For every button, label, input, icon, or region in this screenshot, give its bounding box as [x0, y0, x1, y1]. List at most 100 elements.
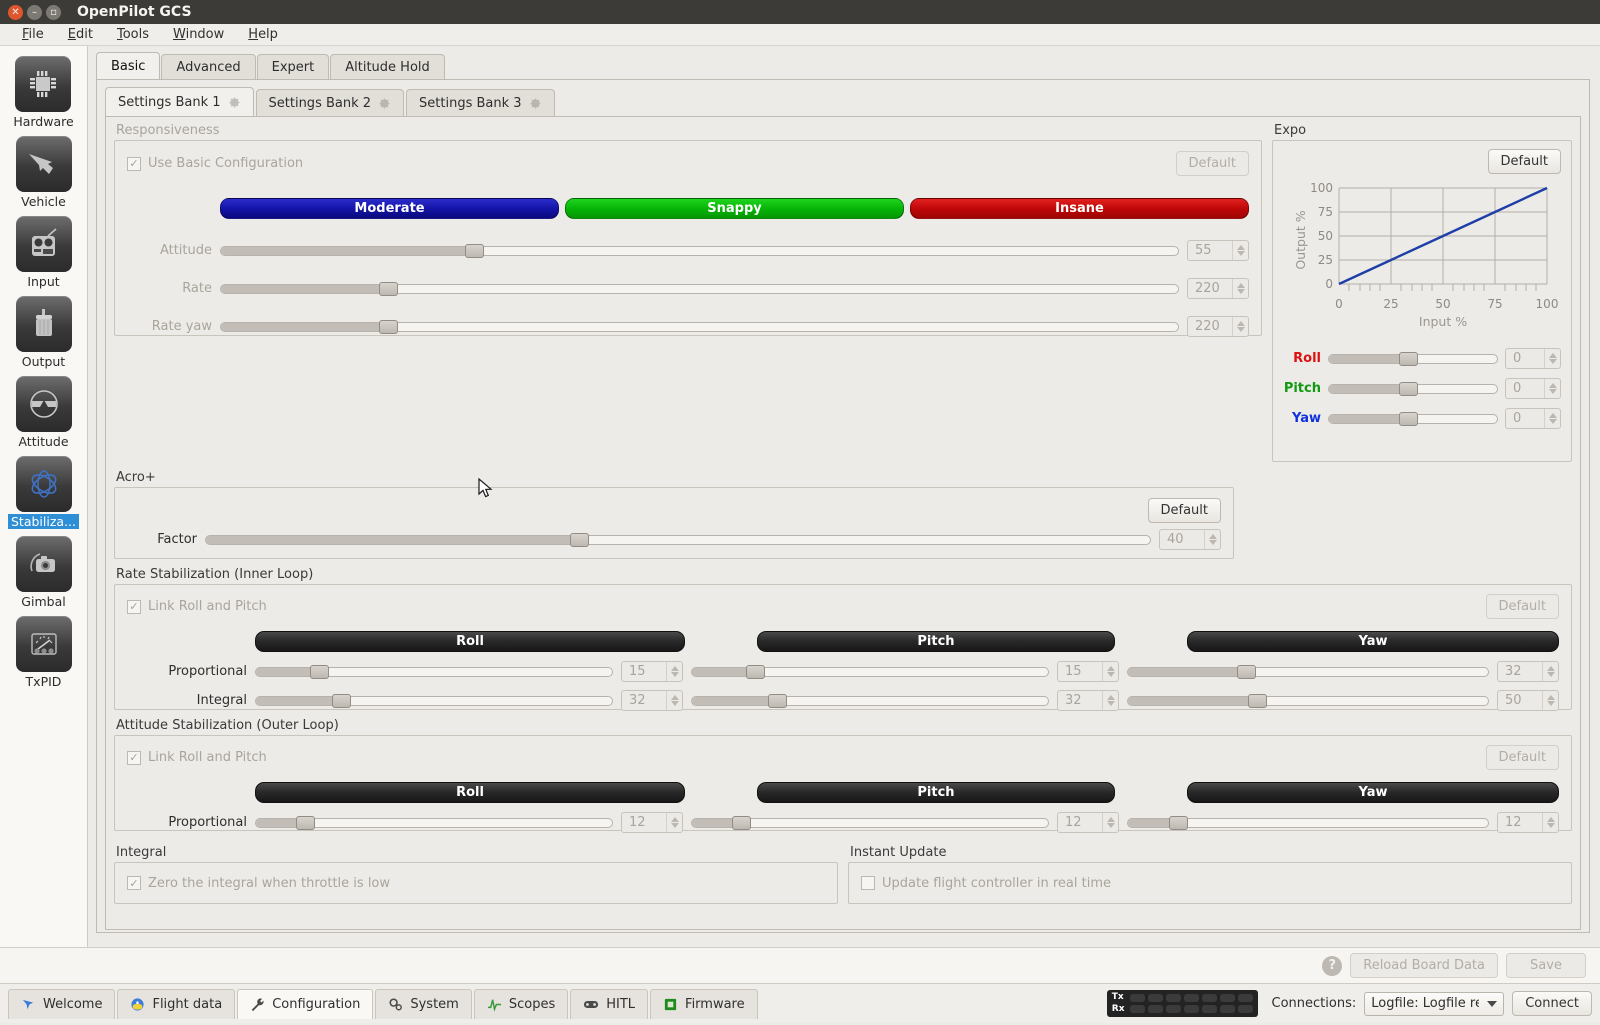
acro-default-button[interactable]: Default	[1147, 498, 1221, 523]
spinbox-arrows[interactable]	[666, 662, 682, 681]
tab-basic[interactable]: Basic	[96, 52, 161, 79]
tab-settings-bank-2[interactable]: Settings Bank 2	[255, 89, 405, 116]
expo-pitch-slider[interactable]	[1328, 382, 1498, 396]
acro-factor-slider[interactable]	[205, 533, 1151, 547]
slider-handle[interactable]	[1398, 382, 1418, 396]
attitude-proportional-yaw-slider[interactable]	[1127, 816, 1489, 830]
tab-altitude-hold[interactable]: Altitude Hold	[330, 54, 445, 79]
rate-proportional-pitch-slider[interactable]	[691, 665, 1049, 679]
attitude-axis-yaw-button[interactable]: Yaw	[1187, 782, 1559, 803]
rate-integral-pitch-spinbox[interactable]: 32	[1057, 690, 1119, 711]
expo-pitch-spinbox[interactable]: 0	[1505, 378, 1561, 399]
taskbar-tab-scopes[interactable]: Scopes	[473, 988, 569, 1019]
rate-proportional-yaw-spinbox[interactable]: 32	[1497, 661, 1559, 682]
attitude-spinbox[interactable]: 55	[1187, 240, 1249, 261]
connect-button[interactable]: Connect	[1512, 991, 1592, 1016]
slider-handle[interactable]	[310, 665, 330, 679]
menu-item-file[interactable]: File	[10, 27, 56, 42]
tab-settings-bank-3[interactable]: Settings Bank 3	[406, 89, 555, 116]
slider-handle[interactable]	[569, 533, 589, 547]
spinbox-arrows[interactable]	[1542, 813, 1558, 832]
sidebar-item-hardware[interactable]: Hardware	[13, 56, 74, 133]
rate-integral-roll-spinbox[interactable]: 32	[621, 690, 683, 711]
taskbar-tab-configuration[interactable]: Configuration	[237, 988, 374, 1019]
sidebar-item-input[interactable]: Input	[15, 216, 72, 293]
expo-roll-slider[interactable]	[1328, 352, 1498, 366]
acro-factor-spinbox[interactable]: 40	[1159, 529, 1221, 550]
spinbox-arrows[interactable]	[1232, 241, 1248, 260]
window-minimize-button[interactable]: –	[27, 4, 42, 20]
slider-handle[interactable]	[732, 816, 752, 830]
slider-handle[interactable]	[465, 244, 485, 258]
sidebar-item-txpid[interactable]: TxPID	[15, 616, 72, 693]
tab-advanced[interactable]: Advanced	[161, 54, 256, 79]
spinbox-arrows[interactable]	[1102, 662, 1118, 681]
sidebar-item-stabilization[interactable]: Stabiliza...	[8, 456, 79, 533]
taskbar-tab-system[interactable]: System	[375, 988, 472, 1019]
zero-integral-checkbox[interactable]: ✓ Zero the integral when throttle is low	[127, 876, 390, 891]
sidebar-item-gimbal[interactable]: Gimbal	[15, 536, 72, 613]
rate-integral-roll-slider[interactable]	[255, 694, 613, 708]
expo-yaw-spinbox[interactable]: 0	[1505, 408, 1561, 429]
sidebar-item-attitude[interactable]: Attitude	[15, 376, 72, 453]
spinbox-arrows[interactable]	[1544, 379, 1560, 398]
rate-axis-yaw-button[interactable]: Yaw	[1187, 631, 1559, 652]
preset-moderate-button[interactable]: Moderate	[220, 198, 559, 219]
attitude-proportional-roll-spinbox[interactable]: 12	[621, 812, 683, 833]
attitude-proportional-pitch-slider[interactable]	[691, 816, 1049, 830]
rate-integral-pitch-slider[interactable]	[691, 694, 1049, 708]
spinbox-arrows[interactable]	[1544, 409, 1560, 428]
menu-item-help[interactable]: Help	[236, 27, 290, 42]
rate-yaw-spinbox[interactable]: 220	[1187, 316, 1249, 337]
rate-stabilization-default-button[interactable]: Default	[1485, 594, 1559, 619]
rate-spinbox[interactable]: 220	[1187, 278, 1249, 299]
preset-insane-button[interactable]: Insane	[910, 198, 1249, 219]
expo-yaw-slider[interactable]	[1328, 412, 1498, 426]
slider-handle[interactable]	[1168, 816, 1188, 830]
slider-handle[interactable]	[378, 320, 398, 334]
window-close-button[interactable]: ✕	[8, 4, 23, 20]
rate-axis-roll-button[interactable]: Roll	[255, 631, 685, 652]
save-button[interactable]: Save	[1506, 953, 1586, 978]
attitude-link-roll-pitch-checkbox[interactable]: ✓ Link Roll and Pitch	[127, 750, 267, 765]
expo-roll-spinbox[interactable]: 0	[1505, 348, 1561, 369]
rate-axis-pitch-button[interactable]: Pitch	[757, 631, 1115, 652]
rate-yaw-slider[interactable]	[220, 320, 1179, 334]
help-icon[interactable]: ?	[1322, 955, 1343, 976]
rate-link-roll-pitch-checkbox[interactable]: ✓ Link Roll and Pitch	[127, 599, 267, 614]
reload-board-data-button[interactable]: Reload Board Data	[1350, 953, 1498, 978]
slider-handle[interactable]	[1398, 352, 1418, 366]
taskbar-tab-welcome[interactable]: Welcome	[8, 988, 116, 1019]
rate-proportional-pitch-spinbox[interactable]: 15	[1057, 661, 1119, 682]
tab-expert[interactable]: Expert	[256, 54, 330, 79]
slider-handle[interactable]	[378, 282, 398, 296]
preset-snappy-button[interactable]: Snappy	[565, 198, 904, 219]
window-maximize-button[interactable]: ▫	[46, 4, 61, 20]
rate-integral-yaw-slider[interactable]	[1127, 694, 1489, 708]
taskbar-tab-hitl[interactable]: HITL	[570, 988, 649, 1019]
sidebar-item-vehicle[interactable]: Vehicle	[15, 136, 72, 213]
rate-proportional-roll-slider[interactable]	[255, 665, 613, 679]
spinbox-arrows[interactable]	[1102, 813, 1118, 832]
attitude-proportional-pitch-spinbox[interactable]: 12	[1057, 812, 1119, 833]
spinbox-arrows[interactable]	[1542, 662, 1558, 681]
slider-handle[interactable]	[296, 816, 316, 830]
attitude-proportional-yaw-spinbox[interactable]: 12	[1497, 812, 1559, 833]
attitude-slider[interactable]	[220, 244, 1179, 258]
slider-handle[interactable]	[746, 665, 766, 679]
attitude-axis-pitch-button[interactable]: Pitch	[757, 782, 1115, 803]
menu-item-edit[interactable]: Edit	[56, 27, 105, 42]
spinbox-arrows[interactable]	[666, 813, 682, 832]
rate-proportional-roll-spinbox[interactable]: 15	[621, 661, 683, 682]
slider-handle[interactable]	[767, 694, 787, 708]
update-realtime-checkbox[interactable]: Update flight controller in real time	[861, 876, 1111, 891]
spinbox-arrows[interactable]	[1232, 317, 1248, 336]
attitude-stabilization-default-button[interactable]: Default	[1485, 745, 1559, 770]
spinbox-arrows[interactable]	[1204, 530, 1220, 549]
rate-proportional-yaw-slider[interactable]	[1127, 665, 1489, 679]
spinbox-arrows[interactable]	[1102, 691, 1118, 710]
spinbox-arrows[interactable]	[1544, 349, 1560, 368]
slider-handle[interactable]	[1237, 665, 1257, 679]
slider-handle[interactable]	[1398, 412, 1418, 426]
slider-handle[interactable]	[331, 694, 351, 708]
